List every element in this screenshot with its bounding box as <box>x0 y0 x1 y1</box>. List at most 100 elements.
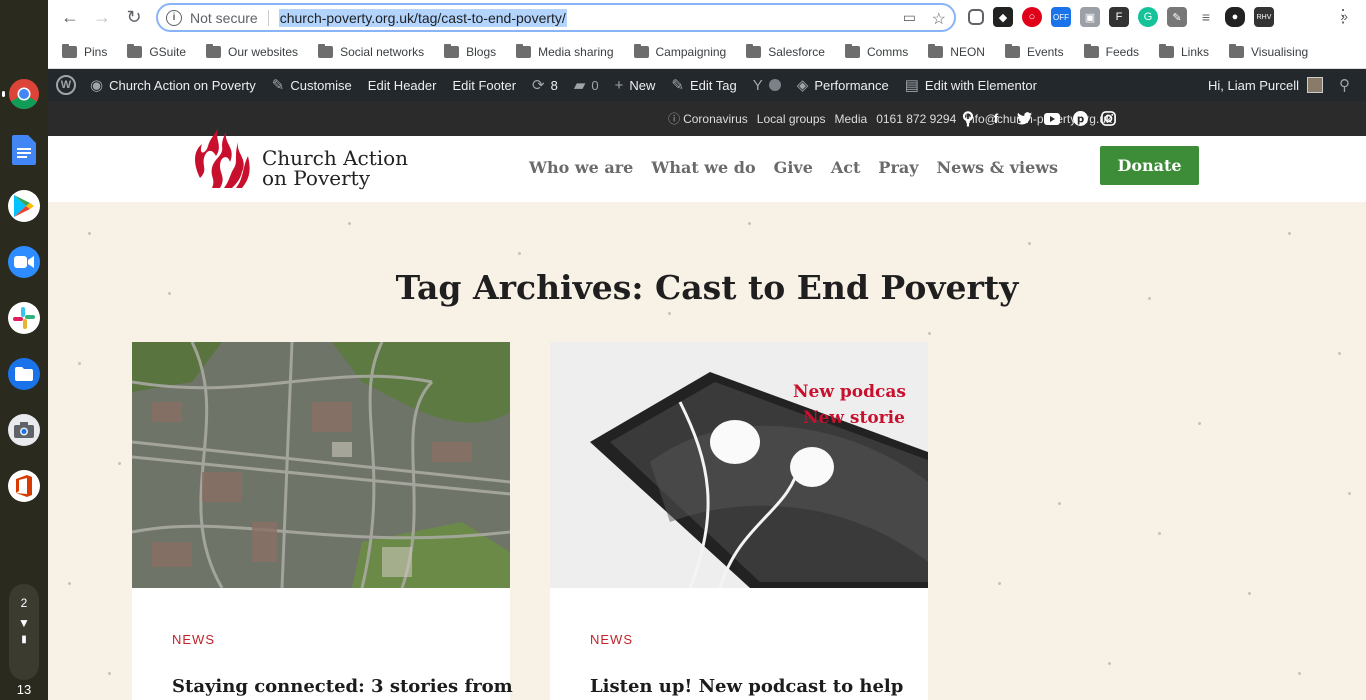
post-title[interactable]: Staying connected: 3 stories from <box>172 676 513 697</box>
pinterest-icon[interactable]: p <box>1072 111 1088 127</box>
new-link[interactable]: + New <box>607 69 664 101</box>
bookmark-label: Feeds <box>1105 44 1139 59</box>
nav-give[interactable]: Give <box>774 158 813 177</box>
info-icon[interactable]: i <box>166 9 182 26</box>
main-nav: Who we are What we do Give Act Pray News… <box>529 158 1058 177</box>
list-icon[interactable]: ≡ <box>1196 7 1216 27</box>
cast-icon[interactable]: ▭ <box>903 9 916 26</box>
twitter-icon[interactable] <box>1016 111 1032 127</box>
incognito-icon[interactable]: ● <box>1225 7 1245 27</box>
performance-link[interactable]: ◈ Performance <box>789 69 897 101</box>
nav-what-we-do[interactable]: What we do <box>651 158 755 177</box>
ghost-icon[interactable]: ◆ <box>993 7 1013 27</box>
opera-icon[interactable]: ○ <box>1022 7 1042 27</box>
updates-link[interactable]: ⟳ 8 <box>524 69 566 101</box>
site-name-link[interactable]: ◉ Church Action on Poverty <box>82 69 264 101</box>
bookmark-social-networks[interactable]: Social networks <box>318 43 424 59</box>
folder-icon <box>844 43 860 58</box>
image-caption-2: New storie <box>803 408 905 428</box>
folder-icon <box>1229 43 1245 58</box>
bookmark-our-websites[interactable]: Our websites <box>206 43 298 59</box>
bookmark-label: NEON <box>950 44 985 59</box>
bookmark-comms[interactable]: Comms <box>844 43 908 59</box>
utility-phone[interactable]: 0161 872 9294 <box>876 112 956 126</box>
wordpress-icon[interactable]: W <box>56 75 76 95</box>
utility-link-coronavirus[interactable]: Coronavirus <box>683 112 748 126</box>
bookmark-feeds[interactable]: Feeds <box>1083 43 1139 59</box>
youtube-icon[interactable] <box>1044 111 1060 127</box>
elementor-link[interactable]: ▤ Edit with Elementor <box>897 69 1045 101</box>
zoom-icon[interactable] <box>8 246 40 278</box>
pen-icon[interactable]: ✎ <box>1167 7 1187 27</box>
back-icon[interactable]: ← <box>56 4 84 32</box>
background-speck <box>1288 232 1291 235</box>
post-thumbnail[interactable] <box>132 342 510 588</box>
instagram-icon[interactable] <box>1100 111 1116 127</box>
rhv-icon[interactable]: RHV <box>1254 7 1274 27</box>
post-thumbnail[interactable]: New podcas New storie <box>550 342 928 588</box>
edit-tag-link[interactable]: ✎ Edit Tag <box>663 69 744 101</box>
nav-news-views[interactable]: News & views <box>937 158 1059 177</box>
reload-icon[interactable]: ↻ <box>120 4 148 32</box>
utility-link-local-groups[interactable]: Local groups <box>757 112 826 126</box>
admin-search-icon[interactable]: ⚲ <box>1331 69 1366 101</box>
post-category[interactable]: NEWS <box>590 632 633 647</box>
logo-wordmark[interactable]: Church Action on Poverty <box>262 148 408 188</box>
site-header: Church Action on Poverty Who we are What… <box>48 124 1366 202</box>
flame-logo-icon[interactable] <box>190 122 256 192</box>
grammarly-icon[interactable]: G <box>1138 7 1158 27</box>
url-text[interactable]: church-poverty.org.uk/tag/cast-to-end-po… <box>278 8 567 27</box>
active-app-indicator <box>2 91 5 97</box>
dashboard-icon: ◉ <box>90 77 104 94</box>
utility-link-media[interactable]: Media <box>835 112 868 126</box>
post-card[interactable]: New podcas New storie NEWS Listen up! Ne… <box>550 342 928 700</box>
post-category[interactable]: NEWS <box>172 632 215 647</box>
play-store-icon[interactable] <box>8 190 40 222</box>
nav-pray[interactable]: Pray <box>878 158 918 177</box>
screenshot-icon[interactable]: ▣ <box>1080 7 1100 27</box>
post-title[interactable]: Listen up! New podcast to help <box>590 676 903 697</box>
chrome-icon[interactable] <box>8 78 40 110</box>
facebook-icon[interactable]: f <box>988 111 1004 127</box>
bookmark-events[interactable]: Events <box>1004 43 1064 59</box>
docs-icon[interactable] <box>8 134 40 166</box>
yoast-link[interactable]: Y <box>745 69 789 101</box>
bookmark-media-sharing[interactable]: Media sharing <box>516 43 614 59</box>
office-icon[interactable] <box>8 470 40 502</box>
pencil-icon: ✎ <box>671 77 684 94</box>
bookmark-label: Blogs <box>466 44 497 59</box>
folder-icon <box>633 43 649 58</box>
customise-link[interactable]: ✎ Customise <box>264 69 360 101</box>
bookmark-salesforce[interactable]: Salesforce <box>746 43 825 59</box>
pocket-icon[interactable] <box>968 9 984 25</box>
post-card[interactable]: NEWS Staying connected: 3 stories from <box>132 342 513 700</box>
files-icon[interactable] <box>8 358 40 390</box>
edit-footer-link[interactable]: Edit Footer <box>444 69 524 101</box>
comments-link[interactable]: ▰ 0 <box>566 69 607 101</box>
bookmark-visualising[interactable]: Visualising <box>1229 43 1308 59</box>
bookmark-campaigning[interactable]: Campaigning <box>633 43 726 59</box>
bookmark-links[interactable]: Links <box>1159 43 1209 59</box>
background-speck <box>998 582 1001 585</box>
camera-icon[interactable] <box>8 414 40 446</box>
slack-icon[interactable] <box>8 302 40 334</box>
bookmark-neon[interactable]: NEON <box>928 43 985 59</box>
bookmarks-overflow-icon[interactable]: » <box>1340 8 1348 24</box>
edit-header-link[interactable]: Edit Header <box>360 69 445 101</box>
search-icon[interactable]: ⚲ <box>960 109 976 128</box>
coupon-icon[interactable]: OFF <box>1051 7 1071 27</box>
account-link[interactable]: Hi, Liam Purcell <box>1200 69 1331 101</box>
edit-tag-label: Edit Tag <box>690 77 737 93</box>
forward-icon[interactable]: → <box>88 4 116 32</box>
bookmark-pins[interactable]: Pins <box>62 43 107 59</box>
bookmark-blogs[interactable]: Blogs <box>444 43 497 59</box>
bookmark-star-icon[interactable]: ☆ <box>932 9 946 29</box>
nav-act[interactable]: Act <box>831 158 861 177</box>
yoast-icon: Y <box>752 76 763 94</box>
address-bar[interactable]: i Not secure church-poverty.org.uk/tag/c… <box>156 3 956 32</box>
status-tray[interactable]: 2 ▼ ▮ <box>9 584 39 680</box>
donate-button[interactable]: Donate <box>1100 146 1199 185</box>
flag-icon[interactable]: F <box>1109 7 1129 27</box>
bookmark-gsuite[interactable]: GSuite <box>127 43 186 59</box>
nav-who-we-are[interactable]: Who we are <box>529 158 633 177</box>
